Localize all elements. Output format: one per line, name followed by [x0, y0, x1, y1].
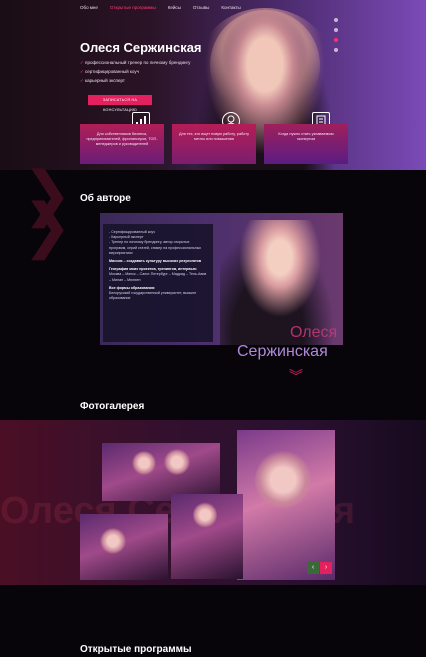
- audience-cards: Для собственников бизнеса, предпринимате…: [80, 124, 348, 164]
- about-bullet: - Тренер по личному брендингу, автор отк…: [109, 240, 202, 255]
- gallery-photo-large[interactable]: [237, 430, 335, 580]
- about-name-first: Олеся: [290, 324, 338, 341]
- hero-bullets: профессиональный тренер по личному бренд…: [80, 58, 190, 85]
- hero-section: Обо мне Открытые программы Кейсы Отзывы …: [0, 0, 426, 170]
- audience-card-job[interactable]: Для тех, кто ищет новую работу, работу м…: [172, 124, 256, 164]
- nav-reviews[interactable]: Отзывы: [193, 5, 209, 10]
- gallery-prev-button[interactable]: ‹: [307, 562, 319, 574]
- slide-dot[interactable]: [334, 48, 338, 52]
- nav-programs[interactable]: Открытые программы: [110, 5, 156, 10]
- about-mission: Миссия – создавать культуру высоких резу…: [109, 259, 202, 264]
- slide-dot[interactable]: [334, 28, 338, 32]
- programs-title: Открытые программы: [80, 644, 192, 655]
- about-edu: Белорусский государственный университет,…: [109, 291, 197, 301]
- audience-card-business[interactable]: Для собственников бизнеса, предпринимате…: [80, 124, 164, 164]
- audience-card-expert[interactable]: Когда нужно стать узнаваемым экспертом: [264, 124, 348, 164]
- decorative-chevron-icon: ❯ ❯: [22, 160, 73, 259]
- gallery-next-button[interactable]: ›: [320, 562, 332, 574]
- about-title: Об авторе: [80, 193, 131, 204]
- nav-cases[interactable]: Кейсы: [168, 5, 181, 10]
- slide-dot[interactable]: [334, 18, 338, 22]
- gallery-photo[interactable]: [171, 494, 243, 579]
- top-nav: Обо мне Открытые программы Кейсы Отзывы …: [80, 5, 241, 10]
- hero-title: Олеся Сержинская: [80, 40, 202, 55]
- gallery-title: Фотогалерея: [80, 401, 145, 412]
- gallery-photo[interactable]: [102, 443, 220, 501]
- hero-bullet: профессиональный тренер по личному бренд…: [80, 58, 190, 67]
- nav-contacts[interactable]: Контакты: [221, 5, 240, 10]
- nav-about[interactable]: Обо мне: [80, 5, 98, 10]
- hero-bullet: сертифицированный коуч: [80, 67, 190, 76]
- about-name-last: Сержинская: [237, 343, 328, 360]
- about-text-panel: - Сертифицированный коуч - Карьерный экс…: [103, 224, 213, 342]
- about-geo: Москва – Минск – Санкт-Петербург – Мадри…: [109, 272, 207, 282]
- slide-dot-active[interactable]: [334, 38, 338, 42]
- consultation-button[interactable]: ЗАПИСАТЬСЯ НА КОНСУЛЬТАЦИЮ: [88, 95, 152, 112]
- slide-dots: [334, 18, 338, 52]
- scroll-down-chevron-icon[interactable]: ︾: [289, 369, 303, 383]
- gallery-photo[interactable]: [80, 514, 168, 580]
- hero-bullet: карьерный эксперт: [80, 76, 190, 85]
